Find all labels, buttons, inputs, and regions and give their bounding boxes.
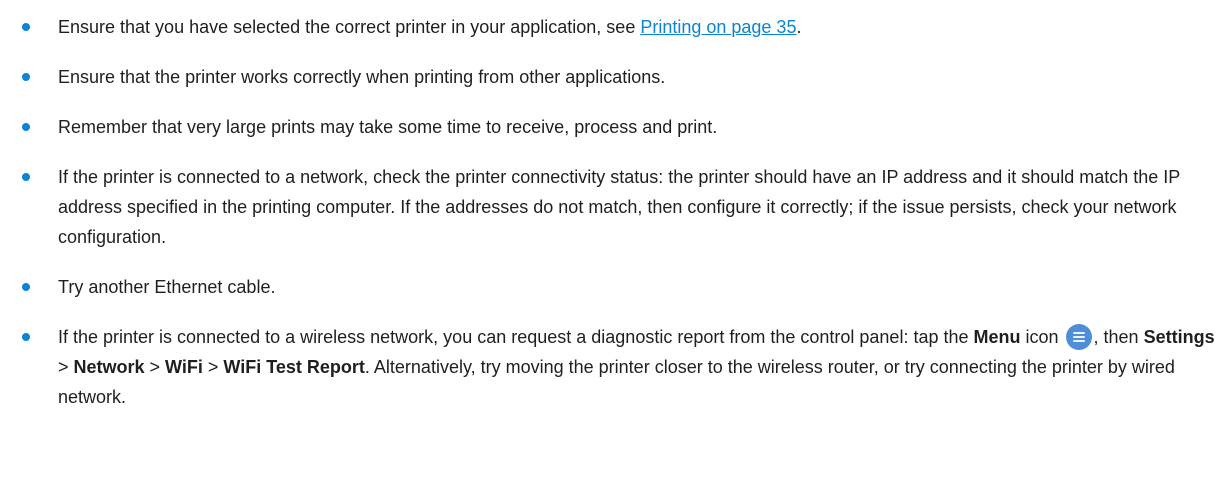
item-text: If the printer is connected to a network… (58, 167, 1180, 247)
network-label: Network (73, 357, 145, 377)
bullet-icon (22, 123, 30, 131)
list-item: If the printer is connected to a network… (0, 162, 1223, 252)
wifi-test-report-label: WiFi Test Report (223, 357, 365, 377)
wifi-label: WiFi (165, 357, 203, 377)
menu-label: Menu (973, 327, 1021, 347)
path-separator: > (202, 357, 224, 377)
item-text: Remember that very large prints may take… (58, 117, 718, 137)
list-item: If the printer is connected to a wireles… (0, 322, 1223, 412)
item-text: , then (1093, 327, 1144, 347)
bullet-icon (22, 333, 30, 341)
menu-bar (1072, 340, 1085, 342)
item-text-end: . (796, 17, 802, 37)
list-item: Try another Ethernet cable. (0, 272, 1223, 302)
item-text: icon (1020, 327, 1064, 347)
menu-bar (1072, 332, 1085, 334)
bullet-icon (22, 73, 30, 81)
path-separator: > (58, 357, 74, 377)
menu-icon (1065, 324, 1092, 350)
settings-label: Settings (1143, 327, 1215, 347)
item-text: Ensure that the printer works correctly … (58, 67, 666, 87)
item-text: If the printer is connected to a wireles… (58, 327, 974, 347)
printing-page-link[interactable]: Printing on page 35 (640, 17, 796, 37)
item-text: Ensure that you have selected the correc… (58, 17, 641, 37)
bullet-icon (22, 173, 30, 181)
list-item: Ensure that the printer works correctly … (0, 62, 1223, 92)
menu-bar (1072, 336, 1085, 338)
list-item: Ensure that you have selected the correc… (0, 12, 1223, 42)
list-item: Remember that very large prints may take… (0, 112, 1223, 142)
item-text: Try another Ethernet cable. (58, 277, 276, 297)
path-separator: > (144, 357, 166, 377)
bullet-icon (22, 283, 30, 291)
troubleshooting-list: Ensure that you have selected the correc… (0, 0, 1223, 412)
bullet-icon (22, 23, 30, 31)
